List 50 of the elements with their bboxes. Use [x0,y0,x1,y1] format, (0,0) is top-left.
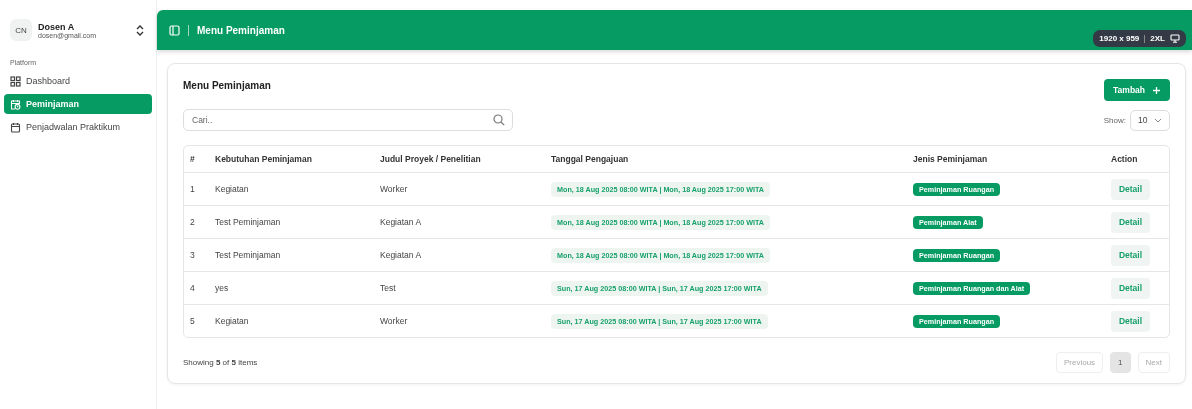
page-title: Menu Peminjaman [197,24,285,36]
table-cell: 1 [190,184,195,194]
user-name: Dosen A [38,21,76,32]
page-size-select[interactable]: 10 [1130,109,1170,131]
detail-button[interactable]: Detail [1111,244,1150,266]
detail-button[interactable]: Detail [1111,277,1150,299]
breakpoint-label: 2XL [1150,34,1165,43]
detail-button[interactable]: Detail [1111,178,1150,200]
monitor-icon [1170,34,1180,43]
column-header: Tanggal Pengajuan [551,154,629,164]
detail-button[interactable]: Detail [1111,310,1150,332]
column-header: Action [1111,154,1138,164]
items-summary: Showing 5 of 5 items [183,358,258,367]
table-cell: 5 [190,316,195,326]
detail-button[interactable]: Detail [1111,211,1150,233]
search-icon [493,114,505,126]
sidebar-item[interactable]: Dashboard [4,71,152,91]
column-header: Kebutuhan Peminjaman [215,154,312,164]
table-cell: 2 [190,217,195,227]
chevron-down-icon [1154,117,1162,123]
calendar-clock-icon [10,98,21,110]
column-header: Jenis Peminjaman [913,154,988,164]
chevron-up-down-icon [136,24,144,36]
table-cell: Kegiatan A [380,217,422,227]
sidebar-toggle-icon[interactable] [169,24,180,36]
column-header: # [190,154,195,164]
table-cell: Kegiatan [215,316,249,326]
page-button[interactable]: 1 [1110,352,1131,373]
grid-icon [10,75,21,87]
search-field[interactable]: Cari.. [183,109,513,131]
table-cell: yes [215,283,229,293]
sidebar-item[interactable]: Penjadwalan Praktikum [4,117,152,137]
add-button[interactable]: Tambah [1104,79,1170,101]
column-header: Judul Proyek / Penelitian [380,154,481,164]
screen-size: 1920 x 959 [1099,34,1140,43]
calendar-icon [10,121,21,133]
show-label: Show: [1103,115,1126,125]
sidebar-item[interactable]: Peminjaman [4,94,152,114]
table-cell: Test Peminjaman [215,250,281,260]
card-title: Menu Peminjaman [183,80,271,91]
table-cell: Test Peminjaman [215,217,281,227]
table-cell: Kegiatan [215,184,249,194]
table-cell: 4 [190,283,195,293]
table-cell: Kegiatan A [380,250,422,260]
table-cell: Worker [380,316,408,326]
table-cell: Worker [380,184,408,194]
avatar: CN [10,19,32,41]
table-cell: 3 [190,250,195,260]
plus-icon [1152,85,1161,95]
table-cell: Test [380,283,396,293]
